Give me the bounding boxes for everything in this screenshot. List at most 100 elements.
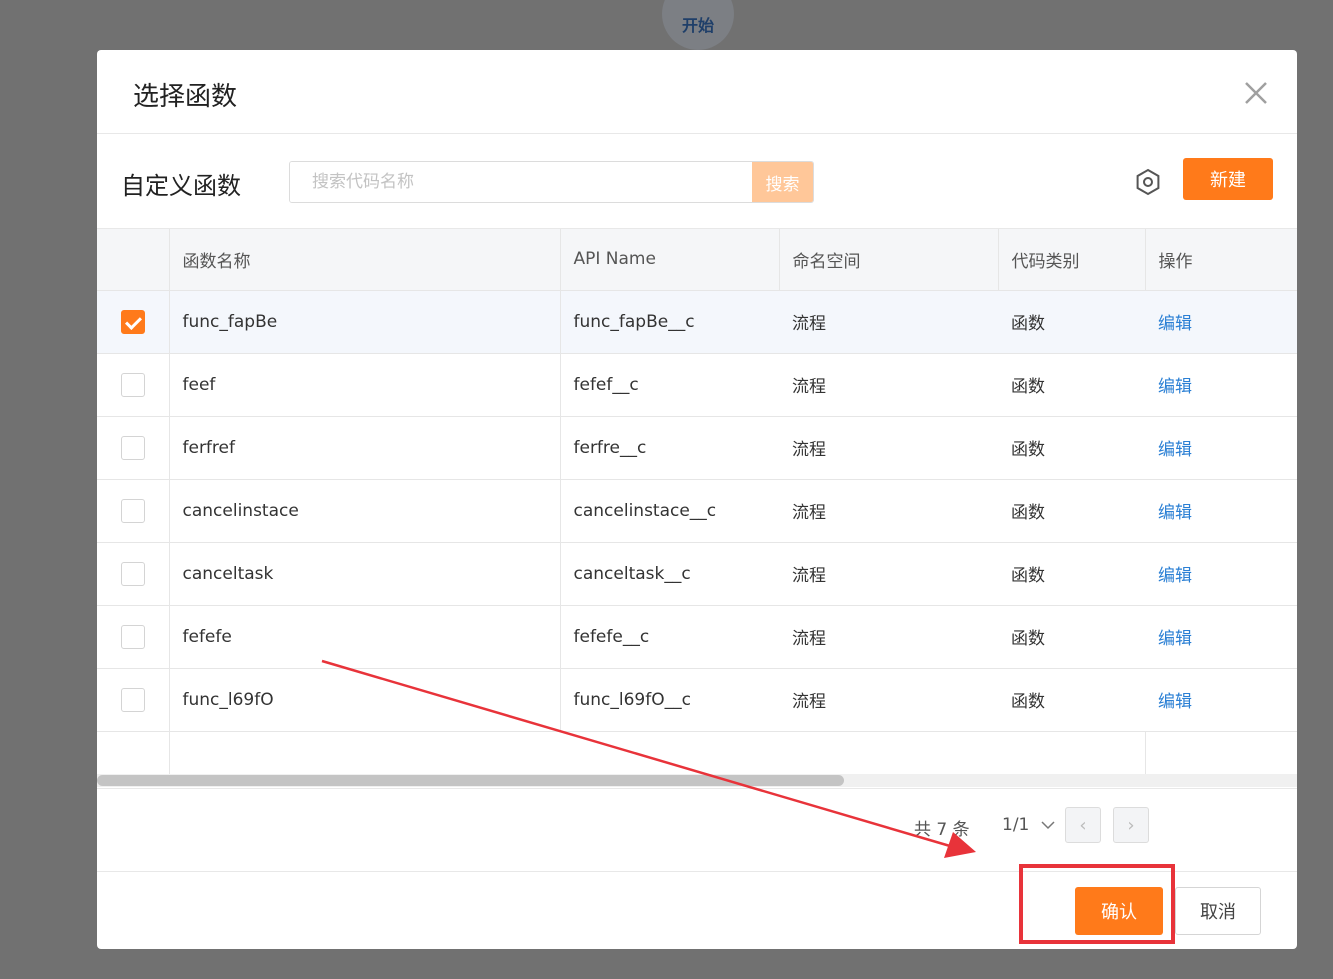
settings-hexagon-icon[interactable] <box>1133 167 1163 197</box>
search-button[interactable]: 搜索 <box>752 162 813 202</box>
cell-actions: 编辑 <box>1145 479 1297 543</box>
cell-api-name: fefefe__c <box>560 605 779 669</box>
row-select-cell <box>97 605 170 669</box>
row-checkbox[interactable] <box>120 309 145 334</box>
start-node: 开始 <box>662 0 734 50</box>
cell-actions: 编辑 <box>1145 353 1297 417</box>
row-checkbox[interactable] <box>120 687 145 712</box>
cell-category: 函数 <box>998 479 1145 543</box>
empty-cell <box>998 731 1146 777</box>
table-row[interactable]: fefefe fefefe__c 流程 函数 编辑 <box>97 605 1297 669</box>
prev-page-button[interactable]: ‹ <box>1065 807 1101 843</box>
header-category: 代码类别 <box>998 229 1146 291</box>
cell-function-name: func_l69fO <box>169 668 561 732</box>
cell-actions: 编辑 <box>1145 542 1297 606</box>
cancel-button[interactable]: 取消 <box>1175 887 1261 935</box>
cell-namespace: 流程 <box>779 353 998 417</box>
cell-api-name: canceltask__c <box>560 542 779 606</box>
new-button[interactable]: 新建 <box>1183 158 1273 200</box>
cell-function-name: feef <box>169 353 561 417</box>
cell-function-name: fefefe <box>169 605 561 669</box>
header-actions: 操作 <box>1145 229 1297 291</box>
row-select-cell <box>97 668 170 732</box>
header-function-name: 函数名称 <box>169 229 561 291</box>
toolbar: 自定义函数 搜索 新建 <box>97 134 1297 228</box>
row-select-cell <box>97 290 170 354</box>
edit-link[interactable]: 编辑 <box>1158 692 1192 712</box>
row-checkbox[interactable] <box>120 561 145 586</box>
cell-function-name: func_fapBe <box>169 290 561 354</box>
dialog-header: 选择函数 <box>97 50 1297 134</box>
table-row[interactable]: func_l69fO func_l69fO__c 流程 函数 编辑 <box>97 668 1297 732</box>
cell-namespace: 流程 <box>779 416 998 480</box>
cell-api-name: fefef__c <box>560 353 779 417</box>
section-title: 自定义函数 <box>121 172 241 200</box>
horizontal-scrollbar[interactable] <box>97 774 1297 787</box>
cell-function-name: ferfref <box>169 416 561 480</box>
row-checkbox[interactable] <box>120 435 145 460</box>
next-page-button[interactable]: › <box>1113 807 1149 843</box>
cell-api-name: ferfre__c <box>560 416 779 480</box>
scrollbar-thumb[interactable] <box>97 775 844 786</box>
row-checkbox[interactable] <box>120 372 145 397</box>
table-row[interactable]: func_fapBe func_fapBe__c 流程 函数 编辑 <box>97 290 1297 354</box>
dialog-title: 选择函数 <box>133 82 238 112</box>
table-row[interactable]: cancelinstace cancelinstace__c 流程 函数 编辑 <box>97 479 1297 543</box>
edit-link[interactable]: 编辑 <box>1158 440 1192 460</box>
header-select <box>97 229 170 291</box>
cell-namespace: 流程 <box>779 290 998 354</box>
row-select-cell <box>97 416 170 480</box>
search-box: 搜索 <box>289 161 814 203</box>
pagination: 共 7 条 1/1 ‹ › <box>97 788 1297 871</box>
edit-link[interactable]: 编辑 <box>1158 377 1192 397</box>
pagination-total: 共 7 条 <box>914 820 970 840</box>
functions-table: 函数名称 API Name 命名空间 代码类别 操作 func_fapBe fu… <box>97 228 1297 788</box>
cell-api-name: func_fapBe__c <box>560 290 779 354</box>
edit-link[interactable]: 编辑 <box>1158 566 1192 586</box>
edit-link[interactable]: 编辑 <box>1158 503 1192 523</box>
cell-actions: 编辑 <box>1145 668 1297 732</box>
cell-actions: 编辑 <box>1145 605 1297 669</box>
cell-category: 函数 <box>998 668 1145 732</box>
cell-category: 函数 <box>998 605 1145 669</box>
cell-function-name: cancelinstace <box>169 479 561 543</box>
page-select[interactable]: 1/1 <box>1002 815 1055 835</box>
empty-cell <box>97 731 170 777</box>
row-checkbox[interactable] <box>120 498 145 523</box>
table-row[interactable]: feef fefef__c 流程 函数 编辑 <box>97 353 1297 417</box>
empty-cell <box>560 731 779 777</box>
row-select-cell <box>97 479 170 543</box>
cell-namespace: 流程 <box>779 542 998 606</box>
edit-link[interactable]: 编辑 <box>1158 629 1192 649</box>
empty-cell <box>779 731 998 777</box>
cell-category: 函数 <box>998 353 1145 417</box>
select-function-dialog: 选择函数 自定义函数 搜索 新建 函数名称 API Name <box>97 50 1297 949</box>
cell-api-name: cancelinstace__c <box>560 479 779 543</box>
page-select-value: 1/1 <box>1002 815 1030 835</box>
cell-api-name: func_l69fO__c <box>560 668 779 732</box>
row-select-cell <box>97 353 170 417</box>
table-row[interactable]: ferfref ferfre__c 流程 函数 编辑 <box>97 416 1297 480</box>
search-input[interactable] <box>290 162 752 202</box>
confirm-button[interactable]: 确认 <box>1075 887 1163 935</box>
cell-namespace: 流程 <box>779 479 998 543</box>
row-checkbox[interactable] <box>120 624 145 649</box>
empty-cell <box>169 731 560 777</box>
chevron-left-icon: ‹ <box>1079 814 1087 836</box>
cell-category: 函数 <box>998 542 1145 606</box>
table-empty-row <box>97 731 1297 777</box>
cell-function-name: canceltask <box>169 542 561 606</box>
header-api-name: API Name <box>560 229 780 291</box>
start-node-label: 开始 <box>681 16 714 35</box>
chevron-down-icon <box>1041 821 1055 830</box>
edit-link[interactable]: 编辑 <box>1158 314 1192 334</box>
cell-namespace: 流程 <box>779 605 998 669</box>
cell-category: 函数 <box>998 416 1145 480</box>
close-icon[interactable] <box>1243 80 1269 106</box>
table-header-row: 函数名称 API Name 命名空间 代码类别 操作 <box>97 229 1297 291</box>
dialog-footer: 确认 取消 <box>97 871 1297 949</box>
table-row[interactable]: canceltask canceltask__c 流程 函数 编辑 <box>97 542 1297 606</box>
cell-actions: 编辑 <box>1145 290 1297 354</box>
row-select-cell <box>97 542 170 606</box>
cell-actions: 编辑 <box>1145 416 1297 480</box>
